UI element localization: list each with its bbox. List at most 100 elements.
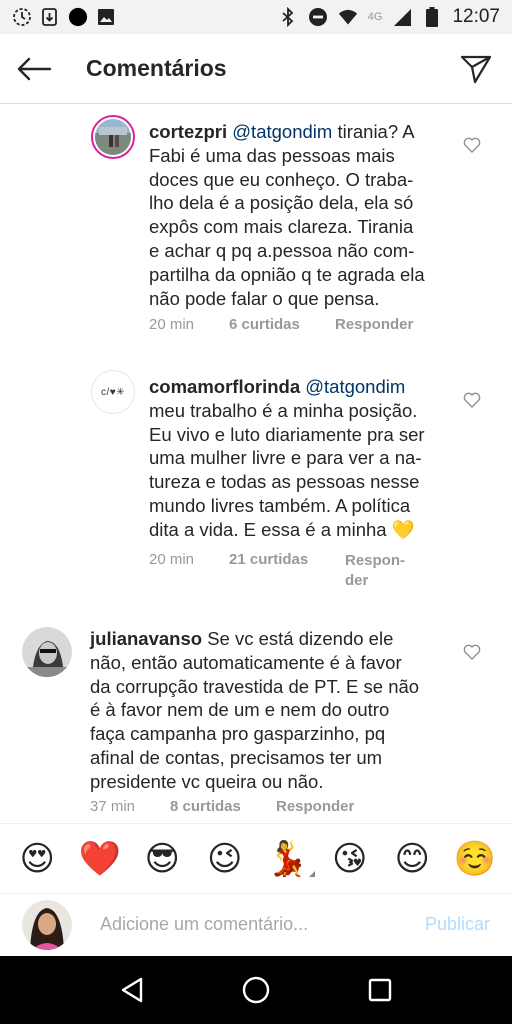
record-dot-icon bbox=[68, 7, 88, 27]
avatar bbox=[22, 899, 72, 950]
comment-line: lho dela é a posição dela, ela só bbox=[149, 192, 414, 214]
comment-line: é à favor nem de um e nem do outro bbox=[90, 699, 390, 721]
signal-icon bbox=[392, 7, 412, 27]
comment-line: não, então automaticamente é à favor bbox=[90, 651, 402, 673]
comment-line: presidente vc queira ou não. bbox=[90, 770, 324, 792]
emoji-heart-eyes[interactable]: 😍 bbox=[15, 837, 59, 881]
comment-line: afinal de contas, precisamos ter um bbox=[90, 746, 383, 768]
like-button[interactable] bbox=[460, 640, 484, 664]
comment-line: da corrupção travestida de PT. E se não bbox=[90, 675, 420, 697]
status-bar: 4G 12:07 bbox=[0, 0, 512, 34]
comment-username[interactable]: julianavanso bbox=[90, 628, 202, 649]
comment-line: cortezpri @tatgondim tirania? A bbox=[149, 120, 449, 144]
nav-recents-button[interactable] bbox=[360, 970, 400, 1010]
heart-outline-icon bbox=[463, 392, 481, 408]
comment-mention[interactable]: @tatgondim bbox=[232, 121, 332, 142]
comment-meta: 20 min 6 curtidas Responder bbox=[149, 316, 413, 333]
avatar[interactable] bbox=[22, 627, 72, 677]
comment-text: comamorflorinda @tatgondim meu trabalho … bbox=[149, 375, 449, 542]
comment-time: 20 min bbox=[149, 551, 195, 568]
skin-tone-indicator bbox=[309, 870, 316, 877]
comment-line: mundo livres também. A política bbox=[149, 494, 411, 516]
avatar-photo bbox=[95, 119, 131, 155]
avatar[interactable]: c/♥✳ bbox=[91, 370, 135, 414]
comments-list[interactable]: cortezpri @tatgondim tirania? A Fabi é u… bbox=[0, 105, 512, 823]
emoji-dancer-glyph: 💃 bbox=[266, 839, 309, 878]
like-button[interactable] bbox=[460, 133, 484, 157]
comment-mention[interactable]: @tatgondim bbox=[305, 376, 405, 397]
comment-time: 20 min bbox=[149, 316, 195, 333]
status-right-icons: 4G 12:07 bbox=[278, 6, 500, 28]
comment-username[interactable]: cortezpri bbox=[149, 121, 227, 142]
comment-input[interactable] bbox=[100, 914, 390, 935]
comment-line: faça campanha pro gasparzinho, pq bbox=[90, 723, 386, 745]
arrow-left-icon bbox=[17, 57, 52, 80]
avatar-photo bbox=[22, 899, 72, 950]
nav-home-button[interactable] bbox=[236, 970, 276, 1010]
app-header: Comentários bbox=[0, 34, 512, 104]
avatar[interactable] bbox=[91, 115, 135, 159]
wifi-icon bbox=[338, 7, 358, 27]
comment-line: dita a vida. E essa é a minha 💛 bbox=[149, 518, 415, 540]
add-comment-bar: Publicar bbox=[0, 893, 512, 955]
battery-icon bbox=[422, 7, 442, 27]
network-type: 4G bbox=[367, 11, 383, 23]
comment-line: Fabi é uma das pessoas mais bbox=[149, 144, 395, 166]
comment-line: meu trabalho é a minha posição. bbox=[149, 399, 418, 421]
comment-time: 37 min bbox=[90, 798, 136, 815]
status-left-icons bbox=[12, 7, 116, 27]
system-nav-bar bbox=[0, 956, 512, 1024]
likes-count[interactable]: 6 curtidas bbox=[229, 316, 335, 333]
avatar-logo: c/♥✳ bbox=[100, 386, 126, 398]
emoji-smile[interactable]: 😊 bbox=[390, 837, 434, 881]
bluetooth-icon bbox=[278, 7, 298, 27]
comment-line: doces que eu conheço. O traba- bbox=[149, 168, 414, 190]
comment-item: julianavanso Se vc está dizendo ele não,… bbox=[0, 605, 512, 823]
sync-icon bbox=[12, 7, 32, 27]
home-circle-icon bbox=[242, 976, 270, 1004]
reply-label-part: Respon- bbox=[345, 552, 405, 569]
heart-outline-icon bbox=[463, 137, 481, 153]
back-triangle-icon bbox=[121, 977, 143, 1003]
share-button[interactable] bbox=[446, 34, 506, 104]
emoji-dancer[interactable]: 💃 bbox=[265, 837, 316, 881]
comment-item: c/♥✳ comamorflorinda @tatgondim meu trab… bbox=[0, 355, 512, 605]
comment-text: julianavanso Se vc está dizendo ele não,… bbox=[90, 627, 450, 794]
download-icon bbox=[40, 7, 60, 27]
comment-username[interactable]: comamorflorinda bbox=[149, 376, 300, 397]
comment-line: comamorflorinda @tatgondim bbox=[149, 375, 449, 399]
comment-line: partilha da opnião q te agrada ela bbox=[149, 263, 425, 285]
likes-count[interactable]: 21 curtidas bbox=[229, 551, 345, 591]
comment-line: não pode falar o que pensa. bbox=[149, 287, 380, 309]
emoji-sunglasses[interactable]: 😎 bbox=[140, 837, 184, 881]
comment-text: cortezpri @tatgondim tirania? A Fabi é u… bbox=[149, 120, 449, 310]
emoji-wink[interactable]: 😉 bbox=[203, 837, 247, 881]
comment-meta: 20 min 21 curtidas Respon- der bbox=[149, 551, 405, 591]
comment-line-text: Se vc está dizendo ele bbox=[207, 628, 394, 649]
comment-line: Eu vivo e luto diariamente pra ser bbox=[149, 423, 425, 445]
nav-back-button[interactable] bbox=[112, 970, 152, 1010]
comment-line: uma mulher livre e para ver a na- bbox=[149, 447, 422, 469]
reply-button[interactable]: Responder bbox=[335, 316, 413, 333]
reply-button[interactable]: Respon- der bbox=[345, 551, 405, 591]
clock: 12:07 bbox=[452, 6, 500, 27]
comment-item: cortezpri @tatgondim tirania? A Fabi é u… bbox=[0, 105, 512, 355]
likes-count[interactable]: 8 curtidas bbox=[170, 798, 276, 815]
comment-line-text: tirania? A bbox=[337, 121, 415, 142]
like-button[interactable] bbox=[460, 388, 484, 412]
comment-line: expôs com mais clareza. Tirania bbox=[149, 216, 414, 238]
avatar-photo bbox=[22, 627, 72, 677]
back-button[interactable] bbox=[4, 34, 64, 104]
publish-button[interactable]: Publicar bbox=[425, 914, 490, 935]
page-title: Comentários bbox=[86, 55, 227, 81]
paper-plane-icon bbox=[460, 55, 492, 83]
heart-outline-icon bbox=[463, 644, 481, 660]
reply-button[interactable]: Responder bbox=[276, 798, 354, 815]
reply-label-part: der bbox=[345, 572, 369, 589]
emoji-red-heart[interactable]: ❤️ bbox=[78, 837, 122, 881]
emoji-quick-bar: 😍 ❤️ 😎 😉 💃 😘 😊 ☺️ bbox=[0, 823, 512, 893]
comment-line: e achar q pq a.pessoa não com- bbox=[149, 239, 415, 261]
comment-line: tureza e todas as pessoas nesse bbox=[149, 471, 420, 493]
emoji-relieved[interactable]: ☺️ bbox=[453, 837, 497, 881]
emoji-kiss[interactable]: 😘 bbox=[328, 837, 372, 881]
